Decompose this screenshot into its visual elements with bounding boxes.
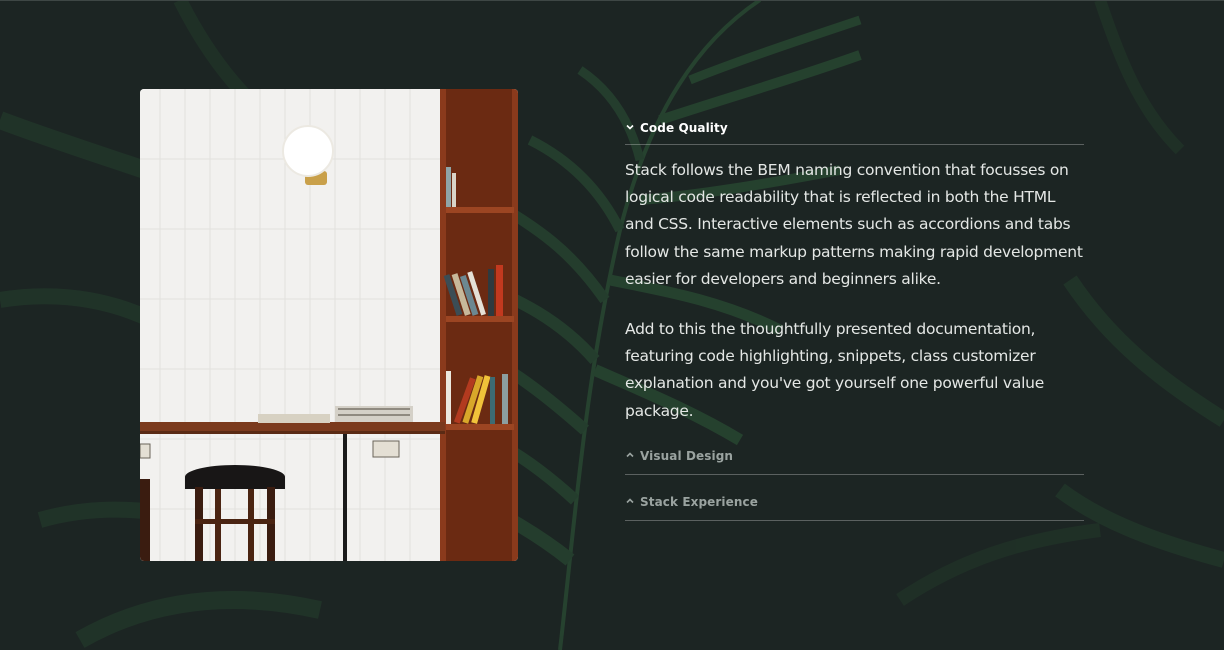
accordion-body: Stack follows the BEM naming convention … <box>625 145 1084 437</box>
chevron-down-icon <box>626 124 634 130</box>
accordion-header-visual-design[interactable]: Visual Design <box>625 440 1084 475</box>
accordion-title: Stack Experience <box>640 494 758 509</box>
accordion-title: Visual Design <box>640 448 734 463</box>
cafe-photo <box>140 89 518 561</box>
accordion-title: Code Quality <box>640 121 728 135</box>
top-divider <box>0 0 1224 1</box>
accordion-item-stack-experience: Stack Experience <box>625 486 1084 521</box>
body-paragraph: Stack follows the BEM naming convention … <box>625 161 1083 288</box>
accordion-item-code-quality: Code Quality Stack follows the BEM namin… <box>625 112 1084 437</box>
accordion: Code Quality Stack follows the BEM namin… <box>625 112 1084 521</box>
accordion-item-visual-design: Visual Design <box>625 440 1084 475</box>
chevron-up-icon <box>626 498 634 503</box>
chevron-up-icon <box>626 452 634 457</box>
body-paragraph: Add to this the thoughtfully presented d… <box>625 320 1044 420</box>
accordion-header-stack-experience[interactable]: Stack Experience <box>625 486 1084 521</box>
accordion-header-code-quality[interactable]: Code Quality <box>625 112 1084 145</box>
